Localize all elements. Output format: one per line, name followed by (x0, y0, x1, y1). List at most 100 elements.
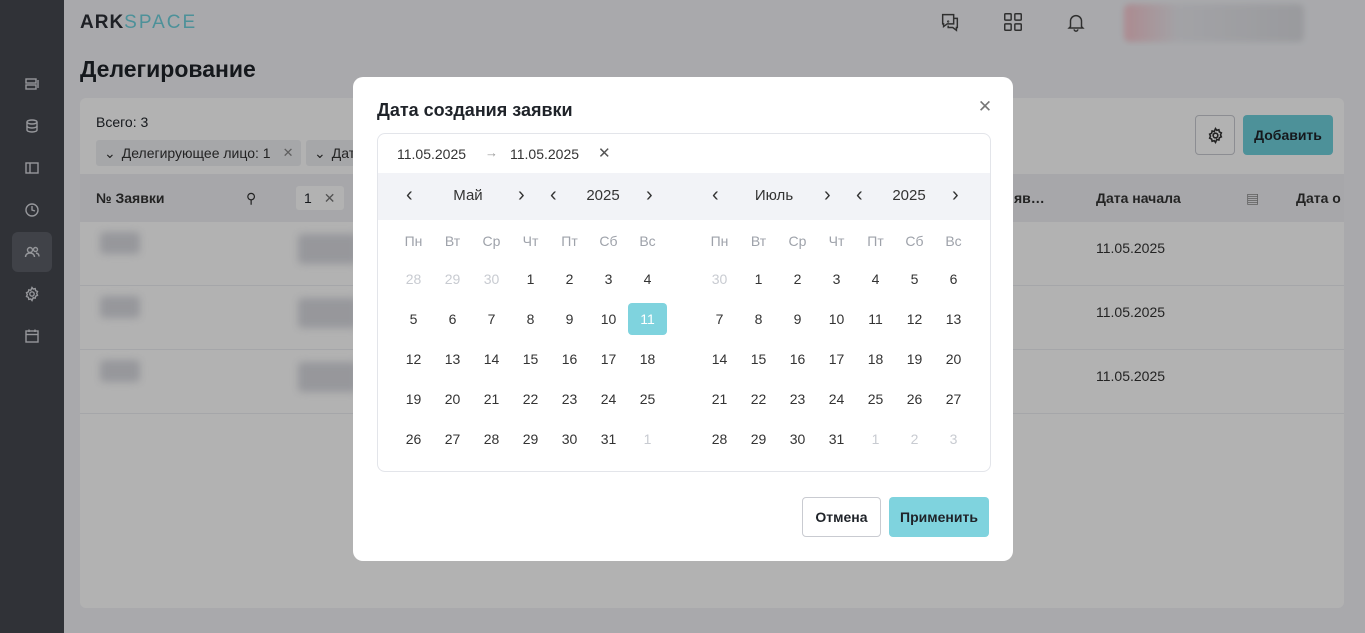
calendar-day[interactable]: 1 (628, 423, 667, 455)
weekday-label: Пн (710, 233, 729, 249)
calendar-day[interactable]: 13 (934, 303, 973, 335)
weekday-label: Сб (905, 233, 924, 249)
calendar-day[interactable]: 26 (394, 423, 433, 455)
calendar-day[interactable]: 15 (511, 343, 550, 375)
calendar-day[interactable]: 1 (511, 263, 550, 295)
calendar-day[interactable]: 15 (739, 343, 778, 375)
calendar-day[interactable]: 2 (778, 263, 817, 295)
calendar-day[interactable]: 18 (856, 343, 895, 375)
calendar-day[interactable]: 1 (739, 263, 778, 295)
calendar-day[interactable]: 2 (895, 423, 934, 455)
calendar-day[interactable]: 7 (700, 303, 739, 335)
calendar-day[interactable]: 4 (856, 263, 895, 295)
calendar-day[interactable]: 3 (934, 423, 973, 455)
clear-icon[interactable]: ✕ (598, 144, 611, 162)
range-start-field[interactable]: 11.05.2025 (397, 146, 466, 162)
calendar-day[interactable]: 9 (778, 303, 817, 335)
weekday-label: Ср (482, 233, 501, 249)
calendar-day[interactable]: 5 (895, 263, 934, 295)
calendar-day[interactable]: 11 (856, 303, 895, 335)
calendar-day[interactable]: 23 (778, 383, 817, 415)
calendar-day[interactable]: 29 (433, 263, 472, 295)
calendar-day-selected[interactable]: 11 (628, 303, 667, 335)
calendar-day[interactable]: 30 (550, 423, 589, 455)
calendar-day[interactable]: 3 (817, 263, 856, 295)
left-month-label[interactable]: Май (440, 187, 496, 204)
calendar-day[interactable]: 30 (778, 423, 817, 455)
weekday-label: Вс (945, 233, 962, 249)
calendar-day[interactable]: 14 (700, 343, 739, 375)
weekday-label: Пт (867, 233, 884, 249)
prev-year-button[interactable]: ‹ (550, 184, 557, 206)
calendar-day[interactable]: 19 (895, 343, 934, 375)
calendar-day[interactable]: 24 (817, 383, 856, 415)
calendar-day[interactable]: 1 (856, 423, 895, 455)
right-month-label[interactable]: Июль (746, 187, 802, 204)
close-icon[interactable]: ✕ (977, 98, 993, 115)
prev-month-button[interactable]: ‹ (406, 184, 413, 206)
range-end-field[interactable]: 11.05.2025 (510, 146, 579, 162)
apply-button[interactable]: Применить (889, 497, 989, 537)
calendar-day[interactable]: 14 (472, 343, 511, 375)
calendar-day[interactable]: 28 (472, 423, 511, 455)
prev-month-button[interactable]: ‹ (712, 184, 719, 206)
calendar-day[interactable]: 23 (550, 383, 589, 415)
calendar-day[interactable]: 21 (700, 383, 739, 415)
calendar-day[interactable]: 6 (433, 303, 472, 335)
next-year-button[interactable]: › (952, 184, 959, 206)
calendar-day[interactable]: 10 (817, 303, 856, 335)
next-month-button[interactable]: › (518, 184, 525, 206)
calendar-day[interactable]: 7 (472, 303, 511, 335)
calendar-day[interactable]: 20 (934, 343, 973, 375)
calendar-day[interactable]: 22 (739, 383, 778, 415)
calendar-day[interactable]: 29 (511, 423, 550, 455)
calendar-day[interactable]: 24 (589, 383, 628, 415)
weekday-label: Вт (750, 233, 767, 249)
calendar-day[interactable]: 26 (895, 383, 934, 415)
right-year-label[interactable]: 2025 (886, 187, 932, 204)
calendar-day[interactable]: 21 (472, 383, 511, 415)
calendar-day[interactable]: 25 (856, 383, 895, 415)
calendar-day[interactable]: 28 (700, 423, 739, 455)
weekday-label: Сб (599, 233, 618, 249)
calendar-day[interactable]: 3 (589, 263, 628, 295)
next-year-button[interactable]: › (646, 184, 653, 206)
calendar-day[interactable]: 10 (589, 303, 628, 335)
left-year-label[interactable]: 2025 (580, 187, 626, 204)
next-month-button[interactable]: › (824, 184, 831, 206)
modal-title: Дата создания заявки (377, 100, 573, 120)
calendar-day[interactable]: 8 (739, 303, 778, 335)
calendar-day[interactable]: 4 (628, 263, 667, 295)
calendar-day[interactable]: 22 (511, 383, 550, 415)
date-range-picker: 11.05.2025 → 11.05.2025 ✕ ‹ Май › ‹ 2025… (377, 133, 991, 472)
cancel-button[interactable]: Отмена (802, 497, 881, 537)
calendar-day[interactable]: 31 (589, 423, 628, 455)
calendar-day[interactable]: 25 (628, 383, 667, 415)
range-input[interactable]: 11.05.2025 → 11.05.2025 ✕ (378, 134, 990, 172)
calendar-day[interactable]: 9 (550, 303, 589, 335)
weekday-label: Пт (561, 233, 578, 249)
weekday-label: Чт (828, 233, 845, 249)
calendar-day[interactable]: 5 (394, 303, 433, 335)
calendar-day[interactable]: 8 (511, 303, 550, 335)
calendar-day[interactable]: 27 (433, 423, 472, 455)
calendar-day[interactable]: 12 (895, 303, 934, 335)
calendar-day[interactable]: 18 (628, 343, 667, 375)
prev-year-button[interactable]: ‹ (856, 184, 863, 206)
calendar-day[interactable]: 16 (778, 343, 817, 375)
calendar-day[interactable]: 30 (472, 263, 511, 295)
calendar-day[interactable]: 16 (550, 343, 589, 375)
calendar-day[interactable]: 17 (589, 343, 628, 375)
calendar-day[interactable]: 20 (433, 383, 472, 415)
calendar-day[interactable]: 28 (394, 263, 433, 295)
calendar-day[interactable]: 13 (433, 343, 472, 375)
calendar-day[interactable]: 6 (934, 263, 973, 295)
calendar-day[interactable]: 31 (817, 423, 856, 455)
calendar-day[interactable]: 27 (934, 383, 973, 415)
calendar-day[interactable]: 2 (550, 263, 589, 295)
calendar-day[interactable]: 19 (394, 383, 433, 415)
calendar-day[interactable]: 30 (700, 263, 739, 295)
calendar-day[interactable]: 29 (739, 423, 778, 455)
calendar-day[interactable]: 12 (394, 343, 433, 375)
calendar-day[interactable]: 17 (817, 343, 856, 375)
